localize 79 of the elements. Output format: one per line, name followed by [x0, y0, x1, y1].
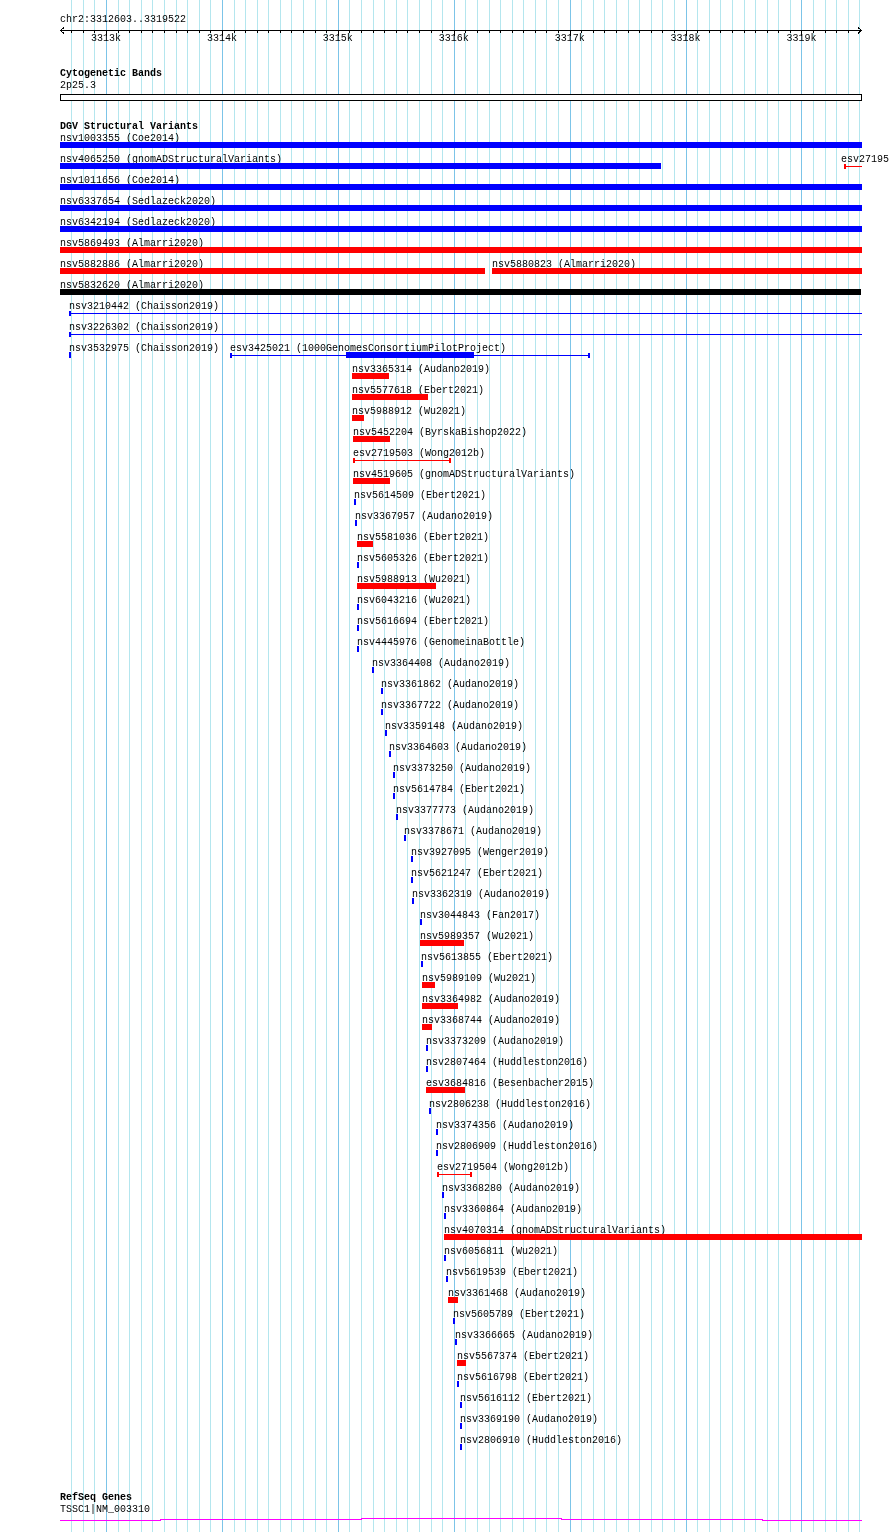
- variant-label: nsv5613855 (Ebert2021): [421, 952, 554, 964]
- variant-label: nsv3044843 (Fan2017): [420, 910, 541, 922]
- variant-label: nsv5614509 (Ebert2021): [354, 490, 487, 502]
- track-title: DGV Structural Variants: [60, 121, 199, 133]
- variant-label: nsv5988912 (Wu2021): [352, 406, 467, 418]
- track-title: RefSeq Genes: [60, 1492, 132, 1504]
- tick-label: 3316k: [438, 33, 469, 45]
- variant-label: esv2719504 (Wong2012b): [437, 1162, 570, 1174]
- variant-label: nsv3367957 (Audano2019): [355, 511, 494, 523]
- tick-label: 3318k: [670, 33, 701, 45]
- location-label: chr2:3312603..3319522: [60, 14, 187, 26]
- variant-label: nsv4445976 (GenomeinaBottle): [357, 637, 526, 649]
- variant-label: nsv3226302 (Chaisson2019): [69, 322, 220, 334]
- band-label: 2p25.3: [60, 80, 96, 92]
- variant-label: nsv3365314 (Audano2019): [352, 364, 491, 376]
- variant-label: nsv3532975 (Chaisson2019): [69, 343, 220, 355]
- variant-label: nsv3374356 (Audano2019): [436, 1120, 575, 1132]
- gene-label: TSSC1|NM_003310: [60, 1504, 150, 1516]
- variant-label: nsv5989357 (Wu2021): [420, 931, 535, 943]
- variant-label: esv3684816 (Besenbacher2015): [426, 1078, 595, 1090]
- variant-label: nsv5880823 (Almarri2020): [492, 259, 637, 271]
- variant-label: nsv3362319 (Audano2019): [412, 889, 551, 901]
- variant-label: esv3425021 (1000GenomesConsortiumPilotProject): [230, 343, 507, 355]
- variant-label: nsv3210442 (Chaisson2019): [69, 301, 220, 313]
- tick-label: 3319k: [786, 33, 817, 45]
- variant-label: nsv5621247 (Ebert2021): [411, 868, 544, 880]
- variant-label: nsv5988913 (Wu2021): [357, 574, 472, 586]
- variant-label: nsv3373209 (Audano2019): [426, 1036, 565, 1048]
- variant-label: nsv5832620 (Almarri2020): [60, 280, 205, 292]
- variant-label: nsv3369190 (Audano2019): [460, 1414, 599, 1426]
- tick-label: 3315k: [322, 33, 353, 45]
- variant-label: nsv3377773 (Audano2019): [396, 805, 535, 817]
- variant-label: nsv5452204 (ByrskaBishop2022): [353, 427, 528, 439]
- variant-label: nsv1011656 (Coe2014): [60, 175, 181, 187]
- variant-label: nsv3361862 (Audano2019): [381, 679, 520, 691]
- variant-label: nsv5614784 (Ebert2021): [393, 784, 526, 796]
- variant-label: nsv3364408 (Audano2019): [372, 658, 511, 670]
- variant-label: nsv3378671 (Audano2019): [404, 826, 543, 838]
- variant-label: esv2719503 (Wong2012b): [353, 448, 486, 460]
- variant-label: nsv6043216 (Wu2021): [357, 595, 472, 607]
- variant-label: nsv3367722 (Audano2019): [381, 700, 520, 712]
- variant-label: nsv3364982 (Audano2019): [422, 994, 561, 1006]
- variant-label: nsv3364603 (Audano2019): [389, 742, 528, 754]
- variant-label: nsv2807464 (Huddleston2016): [426, 1057, 589, 1069]
- variant-label: nsv5882886 (Almarri2020): [60, 259, 205, 271]
- variant-label: nsv5869493 (Almarri2020): [60, 238, 205, 250]
- variant-label: nsv3359148 (Audano2019): [385, 721, 524, 733]
- variant-label: nsv3927095 (Wenger2019): [411, 847, 550, 859]
- track-title: Cytogenetic Bands: [60, 68, 163, 80]
- variant-label: nsv3368744 (Audano2019): [422, 1015, 561, 1027]
- variant-label: nsv2806910 (Huddleston2016): [460, 1435, 623, 1447]
- variant-label: nsv2806909 (Huddleston2016): [436, 1141, 599, 1153]
- variant-label: nsv5616694 (Ebert2021): [357, 616, 490, 628]
- variant-label: nsv5581036 (Ebert2021): [357, 532, 490, 544]
- variant-label: nsv5605789 (Ebert2021): [453, 1309, 586, 1321]
- variant-label: nsv5619539 (Ebert2021): [446, 1267, 579, 1279]
- variant-label: nsv5989109 (Wu2021): [422, 973, 537, 985]
- variant-label: nsv2806238 (Huddleston2016): [429, 1099, 592, 1111]
- variant-label: nsv5577618 (Ebert2021): [352, 385, 485, 397]
- variant-label: nsv4070314 (gnomADStructuralVariants): [444, 1225, 667, 1237]
- variant-label: nsv5567374 (Ebert2021): [457, 1351, 590, 1363]
- variant-label: nsv3360864 (Audano2019): [444, 1204, 583, 1216]
- variant-label: nsv1003355 (Coe2014): [60, 133, 181, 145]
- variant-label: nsv4519605 (gnomADStructuralVariants): [353, 469, 576, 481]
- tick-label: 3314k: [206, 33, 237, 45]
- variant-label: nsv5605326 (Ebert2021): [357, 553, 490, 565]
- variant-label: nsv3366665 (Audano2019): [455, 1330, 594, 1342]
- variant-label: nsv6056811 (Wu2021): [444, 1246, 559, 1258]
- tick-label: 3317k: [554, 33, 585, 45]
- variant-label: nsv3368280 (Audano2019): [442, 1183, 581, 1195]
- variant-label: esv27195: [841, 154, 889, 166]
- variant-label: nsv3361468 (Audano2019): [448, 1288, 587, 1300]
- variant-label: nsv5616112 (Ebert2021): [460, 1393, 593, 1405]
- variant-label: nsv3373250 (Audano2019): [393, 763, 532, 775]
- variant-label: nsv5616798 (Ebert2021): [457, 1372, 590, 1384]
- variant-label: nsv6342194 (Sedlazeck2020): [60, 217, 217, 229]
- variant-label: nsv4065250 (gnomADStructuralVariants): [60, 154, 283, 166]
- tick-label: 3313k: [91, 33, 121, 45]
- variant-label: nsv6337654 (Sedlazeck2020): [60, 196, 217, 208]
